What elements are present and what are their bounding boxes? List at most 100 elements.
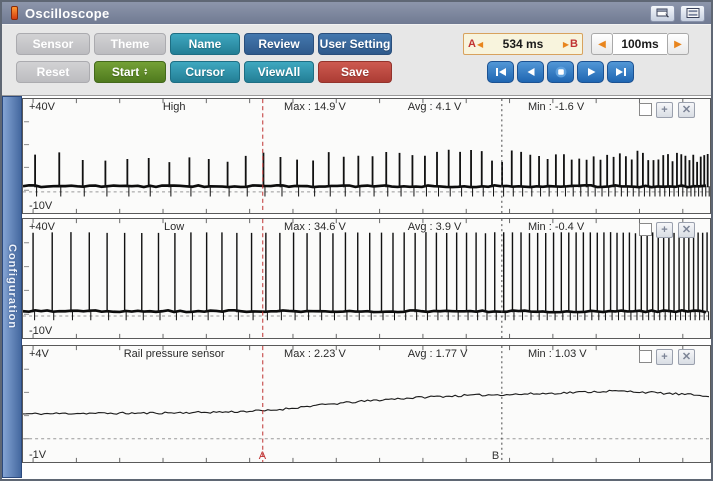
play-icon xyxy=(584,67,598,77)
button-label: Name xyxy=(189,37,222,51)
channel-stack: +40V High Max : 14.9 V Avg : 4.1 V Min :… xyxy=(22,96,711,478)
min-stat: Min : 1.03 V xyxy=(528,348,587,360)
channel-close-button[interactable]: ✕ xyxy=(678,102,695,118)
signal-trace xyxy=(23,390,709,414)
vmin-label: -10V xyxy=(29,200,52,212)
signal-undershoot xyxy=(37,186,710,196)
ruler-ticks xyxy=(33,346,683,462)
button-label: Start xyxy=(112,65,139,79)
configuration-label: Configuration xyxy=(6,244,18,329)
ab-range-value: 534 ms xyxy=(484,37,562,51)
skip-start-button[interactable] xyxy=(487,61,514,83)
app-icon xyxy=(11,6,18,20)
range-left-arrow-icon: ◀ xyxy=(477,40,483,49)
channel-zoom-button[interactable]: + xyxy=(656,222,673,238)
channel-select-checkbox[interactable] xyxy=(639,350,652,363)
vmin-label: -10V xyxy=(29,325,52,337)
toolbar-button-name[interactable]: Name xyxy=(170,33,240,55)
step-back-icon xyxy=(524,67,538,77)
channel-select-checkbox[interactable] xyxy=(639,103,652,116)
stop-icon xyxy=(554,66,568,78)
cursor-a-label[interactable]: A xyxy=(259,450,266,462)
button-label: Sensor xyxy=(33,37,74,51)
channel-zoom-button[interactable]: + xyxy=(656,102,673,118)
layout-icon xyxy=(686,8,700,18)
channel-rail-pressure-sensor[interactable]: +4V Rail pressure sensor Max : 2.23 V Av… xyxy=(22,345,711,463)
vmax-label: +40V xyxy=(29,221,55,233)
timebase-increase-button[interactable]: ▶ xyxy=(667,33,689,55)
ab-range-box[interactable]: A ◀ 534 ms ▶ B xyxy=(463,33,583,55)
button-label: User Setting xyxy=(320,37,391,51)
step-left-icon: ◀ xyxy=(598,39,606,50)
voltage-ticks xyxy=(24,243,29,314)
min-stat: Min : -1.6 V xyxy=(528,101,584,113)
cursor-b-tag: B xyxy=(570,38,578,50)
layout-button[interactable] xyxy=(680,5,705,22)
toolbar: Sensor Theme Name Review User Setting Reset S… xyxy=(2,25,711,96)
button-label: ViewAll xyxy=(258,65,300,79)
signal-baseline xyxy=(23,185,706,187)
play-button[interactable] xyxy=(577,61,604,83)
waveform-high xyxy=(23,99,710,213)
vmax-label: +40V xyxy=(29,101,55,113)
step-right-icon: ▶ xyxy=(674,39,682,50)
toolbar-button-viewall[interactable]: ViewAll xyxy=(244,61,314,83)
toolbar-button-save[interactable]: Save xyxy=(318,61,392,83)
signal-pulses xyxy=(33,232,707,312)
signal-pulses xyxy=(35,150,708,187)
channel-select-checkbox[interactable] xyxy=(639,223,652,236)
voltage-ticks xyxy=(24,122,29,190)
timebase-decrease-button[interactable]: ◀ xyxy=(591,33,613,55)
min-stat: Min : -0.4 V xyxy=(528,221,584,233)
skip-end-button[interactable] xyxy=(607,61,634,83)
channel-zoom-button[interactable]: + xyxy=(656,349,673,365)
window-buttons xyxy=(650,5,705,22)
timebase-value: 100ms xyxy=(613,33,667,55)
main-content: Configuration +40V High Max : 14.9 V Avg… xyxy=(2,96,711,478)
step-back-button[interactable] xyxy=(517,61,544,83)
button-label: Cursor xyxy=(185,65,224,79)
channel-high[interactable]: +40V High Max : 14.9 V Avg : 4.1 V Min :… xyxy=(22,98,711,214)
cursor-b-label[interactable]: B xyxy=(492,450,499,462)
button-label: Reset xyxy=(37,65,70,79)
max-stat: Max : 2.23 V xyxy=(284,348,346,360)
avg-stat: Avg : 1.77 V xyxy=(408,348,468,360)
avg-stat: Avg : 3.9 V xyxy=(408,221,462,233)
voltage-ticks xyxy=(24,369,29,439)
spinner-icon: ▲▼ xyxy=(143,68,148,76)
channel-name: Rail pressure sensor xyxy=(112,348,236,360)
toolbar-button-reset[interactable]: Reset xyxy=(16,61,90,83)
stop-button[interactable] xyxy=(547,61,574,83)
channel-low[interactable]: +40V Low Max : 34.6 V Avg : 3.9 V Min : … xyxy=(22,218,711,339)
waveform-rail-pressure xyxy=(23,346,710,462)
detach-window-button[interactable] xyxy=(650,5,675,22)
button-label: Theme xyxy=(111,37,150,51)
detach-window-icon xyxy=(656,8,670,18)
channel-name: Low xyxy=(112,221,236,233)
button-label: Review xyxy=(258,37,299,51)
vmax-label: +4V xyxy=(29,348,49,360)
avg-stat: Avg : 4.1 V xyxy=(408,101,462,113)
configuration-panel-tab[interactable]: Configuration xyxy=(2,96,22,478)
toolbar-button-review[interactable]: Review xyxy=(244,33,314,55)
channel-close-button[interactable]: ✕ xyxy=(678,349,695,365)
waveform-low xyxy=(23,219,710,338)
range-row: A ◀ 534 ms ▶ B ◀ 100ms ▶ xyxy=(463,33,697,55)
skip-end-icon xyxy=(614,67,628,77)
max-stat: Max : 14.9 V xyxy=(284,101,346,113)
range-right-arrow-icon: ▶ xyxy=(563,40,569,49)
window-title: Oscilloscope xyxy=(25,6,110,21)
toolbar-button-start[interactable]: Start ▲▼ xyxy=(94,61,166,83)
toolbar-button-user-setting[interactable]: User Setting xyxy=(318,33,392,55)
toolbar-button-sensor[interactable]: Sensor xyxy=(16,33,90,55)
bottom-strip xyxy=(22,463,711,475)
toolbar-button-theme[interactable]: Theme xyxy=(94,33,166,55)
vmin-label: -1V xyxy=(29,449,46,461)
time-controls: A ◀ 534 ms ▶ B ◀ 100ms ▶ xyxy=(463,33,697,83)
toolbar-button-cursor[interactable]: Cursor xyxy=(170,61,240,83)
channel-close-button[interactable]: ✕ xyxy=(678,222,695,238)
playback-controls xyxy=(487,61,697,83)
skip-start-icon xyxy=(494,67,508,77)
max-stat: Max : 34.6 V xyxy=(284,221,346,233)
titlebar: Oscilloscope xyxy=(2,2,711,25)
